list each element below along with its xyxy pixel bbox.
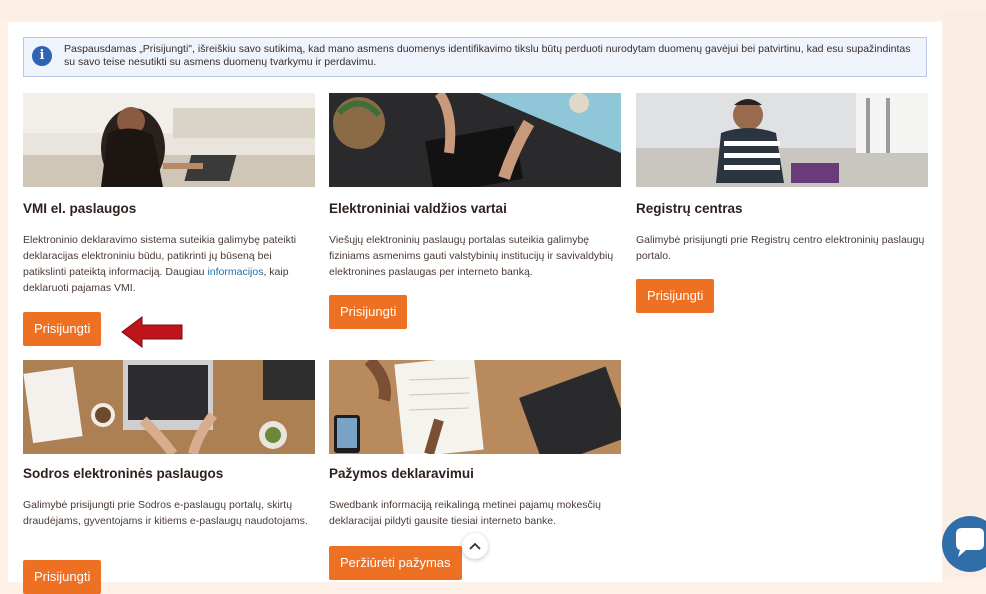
- evartai-description: Viešųjų elektroninių paslaugų portalas s…: [329, 234, 614, 278]
- vmi-description: Elektroninio deklaravimo sistema suteiki…: [23, 232, 313, 296]
- registru-photo: [636, 93, 928, 187]
- evartai-photo: [329, 93, 621, 187]
- info-icon: i: [32, 46, 52, 66]
- registru-description: Galimybė prisijungti prie Registrų centr…: [636, 234, 925, 262]
- pazymos-title: Pažymos deklaravimui: [329, 466, 474, 481]
- consent-notice-text: Paspausdamas „Prisijungti", išreiškiu sa…: [64, 43, 911, 68]
- red-arrow-icon: [121, 316, 183, 348]
- top-strip: [0, 0, 986, 20]
- chat-icon[interactable]: [942, 516, 986, 572]
- chevron-up-icon[interactable]: [462, 533, 488, 559]
- pazymos-photo: [329, 360, 621, 454]
- consent-notice: i Paspausdamas „Prisijungti", išreiškiu …: [23, 37, 927, 77]
- sodros-description: Galimybė prisijungti prie Sodros e-pasla…: [23, 499, 308, 527]
- right-margin: [942, 10, 986, 579]
- evartai-title: Elektroniniai valdžios vartai: [329, 201, 507, 216]
- vmi-photo: [23, 93, 315, 187]
- registru-title: Registrų centras: [636, 201, 743, 216]
- registru-login-button[interactable]: Prisijungti: [636, 279, 715, 313]
- pazymos-view-button[interactable]: Peržiūrėti pažymas: [329, 546, 462, 580]
- sodros-photo: [23, 360, 315, 454]
- pazymos-description: Swedbank informaciją reikalingą metinei …: [329, 499, 601, 527]
- vmi-login-button[interactable]: Prisijungti: [23, 312, 102, 346]
- vmi-info-link[interactable]: informacijos: [207, 266, 263, 278]
- vmi-title: VMI el. paslaugos: [23, 201, 137, 216]
- sodros-login-button[interactable]: Prisijungti: [23, 560, 102, 594]
- sodros-title: Sodros elektroninės paslaugos: [23, 466, 224, 481]
- evartai-login-button[interactable]: Prisijungti: [329, 295, 408, 329]
